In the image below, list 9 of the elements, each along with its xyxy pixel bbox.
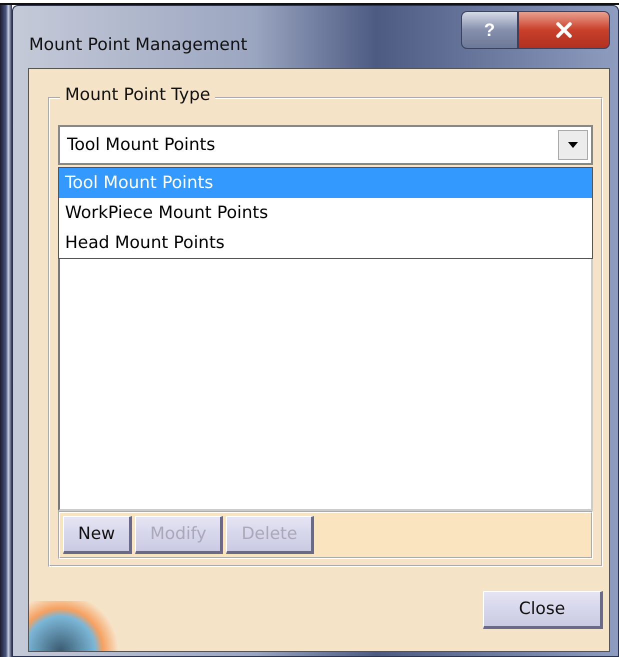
action-button[interactable]: New [63, 516, 132, 554]
dropdown[interactable]: Tool Mount Points [58, 125, 593, 165]
close-button[interactable]: Close [483, 591, 603, 629]
group-label: Mount Point Type [60, 85, 216, 105]
window-title: Mount Point Management [29, 35, 248, 55]
close-button[interactable] [518, 11, 610, 49]
dropdown-option[interactable]: WorkPiece Mount Points [59, 198, 592, 228]
dropdown-option[interactable]: Head Mount Points [59, 228, 592, 258]
close-icon [554, 22, 574, 38]
